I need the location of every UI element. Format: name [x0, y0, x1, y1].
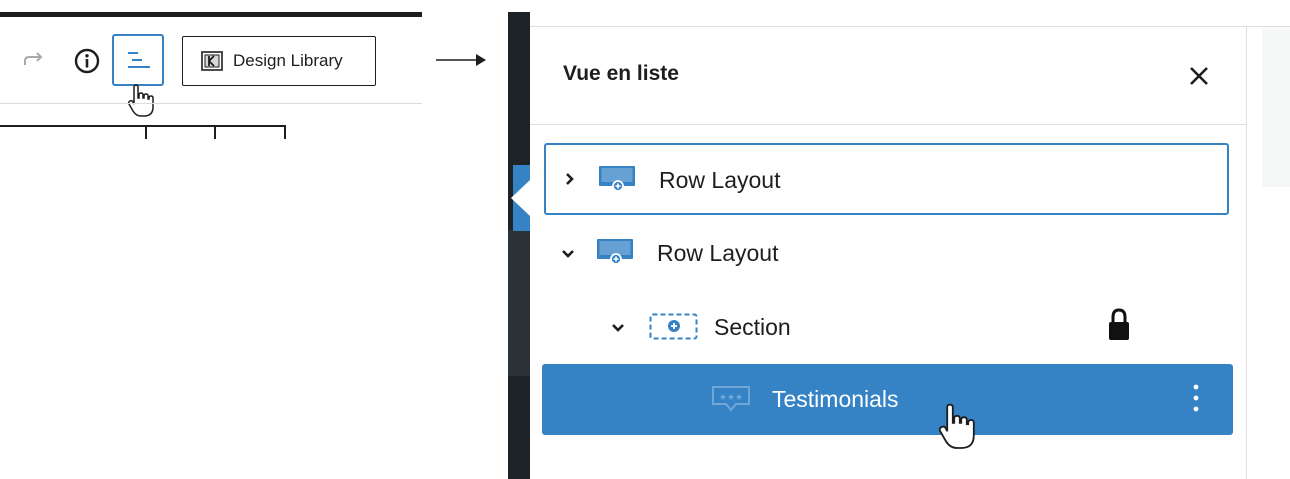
list-item-row-layout[interactable]: Row Layout	[544, 218, 1229, 290]
toolbar-top-edge	[0, 12, 422, 17]
list-view-button[interactable]	[112, 34, 164, 86]
list-item-label: Section	[714, 314, 791, 340]
info-icon[interactable]	[72, 46, 102, 76]
right-arrow-icon	[436, 53, 488, 72]
list-item-label: Testimonials	[772, 386, 899, 412]
panel-title: Vue en liste	[563, 62, 679, 85]
chevron-down-icon[interactable]	[610, 320, 626, 336]
admin-sidebar-section	[508, 230, 530, 376]
design-library-label: Design Library	[233, 51, 343, 70]
block-divider	[284, 125, 286, 139]
list-item-label: Row Layout	[659, 167, 781, 193]
list-item-testimonials[interactable]: ★★★ Testimonials	[542, 364, 1233, 435]
testimonials-icon: ★★★	[712, 386, 750, 412]
admin-menu-pointer	[511, 180, 530, 216]
block-divider	[145, 125, 147, 139]
toolbar-divider	[0, 103, 422, 104]
lock-icon	[1109, 308, 1129, 340]
list-item-label: Row Layout	[657, 240, 779, 266]
list-item-row-layout[interactable]: Row Layout	[544, 143, 1229, 215]
chevron-right-icon[interactable]	[562, 171, 578, 187]
list-item-section[interactable]: Section	[544, 292, 1229, 364]
svg-text:★★★: ★★★	[719, 393, 743, 403]
list-view-icon	[128, 52, 150, 68]
panel-right-border	[1246, 27, 1247, 479]
kebab-menu-icon[interactable]	[1192, 383, 1200, 415]
row-layout-icon	[597, 239, 633, 265]
chevron-down-icon[interactable]	[560, 246, 576, 262]
design-library-icon	[201, 51, 223, 71]
block-divider	[214, 125, 216, 139]
block-outline	[0, 125, 286, 127]
canvas-edge	[1262, 27, 1290, 187]
row-layout-icon	[599, 166, 635, 192]
design-library-button[interactable]: Design Library	[182, 36, 376, 86]
section-icon	[649, 313, 698, 340]
close-icon[interactable]	[1187, 64, 1211, 88]
pointer-cursor-icon	[936, 402, 978, 457]
redo-icon[interactable]	[20, 46, 48, 74]
panel-header-divider	[530, 124, 1246, 125]
